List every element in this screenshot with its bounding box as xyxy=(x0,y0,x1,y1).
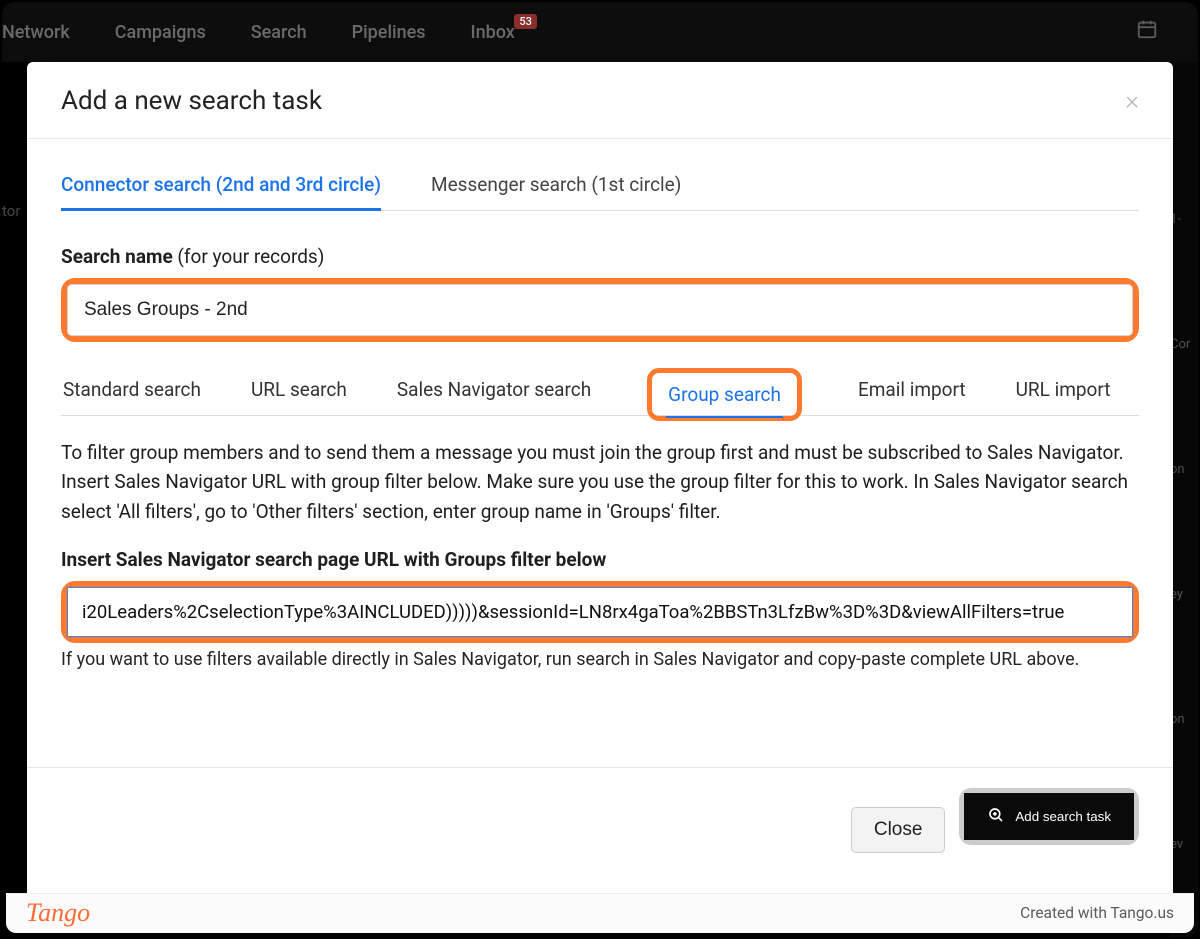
tango-credit: Created with Tango.us xyxy=(1020,904,1174,922)
close-button[interactable]: Close xyxy=(851,807,946,853)
tab-url-import[interactable]: URL import xyxy=(1014,368,1113,415)
search-name-label-light: (for your records) xyxy=(173,245,325,268)
nav-item-pipelines: Pipelines xyxy=(352,22,426,43)
url-field-label: Insert Sales Navigator search page URL w… xyxy=(61,548,1139,571)
tab-url-search[interactable]: URL search xyxy=(249,368,349,415)
tango-attribution-bar: Tango Created with Tango.us xyxy=(6,893,1194,933)
search-name-highlight xyxy=(61,278,1139,342)
bg-left-a: tor xyxy=(2,202,20,220)
search-name-input[interactable] xyxy=(67,284,1133,336)
url-label-bold: Insert Sales Navigator search page URL w… xyxy=(61,548,606,571)
nav-inbox-label: Inbox xyxy=(471,22,515,43)
bg-right-c: on xyxy=(1170,462,1198,477)
tab-messenger-search[interactable]: Messenger search (1st circle) xyxy=(431,167,681,210)
url-hint-text: If you want to use filters available dir… xyxy=(61,649,1139,670)
search-plus-icon xyxy=(987,806,1005,827)
modal-title: Add a new search task xyxy=(61,86,322,116)
bg-right-d: ey xyxy=(1170,587,1198,602)
tab-email-import[interactable]: Email import xyxy=(856,368,968,415)
top-tabs: Connector search (2nd and 3rd circle) Me… xyxy=(61,167,1139,211)
nav-item-campaigns: Campaigns xyxy=(115,22,206,43)
add-search-task-modal: Add a new search task × Connector search… xyxy=(27,62,1173,893)
modal-header: Add a new search task × xyxy=(27,62,1173,139)
calendar-icon xyxy=(1136,18,1158,46)
tab-group-search[interactable]: Group search xyxy=(668,373,781,416)
add-search-task-label: Add search task xyxy=(1015,809,1111,824)
modal-footer: Close Add search task xyxy=(27,767,1173,893)
bg-right-a: 1- xyxy=(1170,212,1198,227)
nav-item-inbox: Inbox 53 xyxy=(471,22,515,43)
bg-right-strip: 1- Cor on ey on ev on xyxy=(1170,62,1198,937)
add-search-task-highlight: Add search task xyxy=(959,788,1139,845)
group-search-highlight: Group search xyxy=(647,368,802,421)
inbox-badge: 53 xyxy=(514,14,537,29)
tab-standard-search[interactable]: Standard search xyxy=(61,368,203,415)
bg-right-e: on xyxy=(1170,712,1198,727)
modal-body: Connector search (2nd and 3rd circle) Me… xyxy=(27,139,1173,767)
bg-right-b: Cor xyxy=(1170,337,1198,352)
sales-navigator-url-input[interactable] xyxy=(67,587,1133,637)
background-nav: Network Campaigns Search Pipelines Inbox… xyxy=(2,2,1198,62)
nav-item-search: Search xyxy=(251,22,307,43)
search-type-tabs: Standard search URL search Sales Navigat… xyxy=(61,368,1139,416)
tab-sales-navigator-search[interactable]: Sales Navigator search xyxy=(395,368,593,415)
tab-connector-search[interactable]: Connector search (2nd and 3rd circle) xyxy=(61,167,381,210)
bg-right-f: ev xyxy=(1170,837,1198,852)
add-search-task-button[interactable]: Add search task xyxy=(964,793,1134,840)
nav-item-network: Network xyxy=(2,22,70,43)
tango-logo: Tango xyxy=(26,898,90,928)
close-icon[interactable]: × xyxy=(1125,88,1139,114)
url-input-highlight xyxy=(61,581,1139,643)
search-name-label: Search name (for your records) xyxy=(61,245,1139,268)
bg-left-strip: tor xyxy=(2,202,30,220)
group-search-help-text: To filter group members and to send them… xyxy=(61,438,1139,526)
search-name-label-bold: Search name xyxy=(61,245,173,268)
